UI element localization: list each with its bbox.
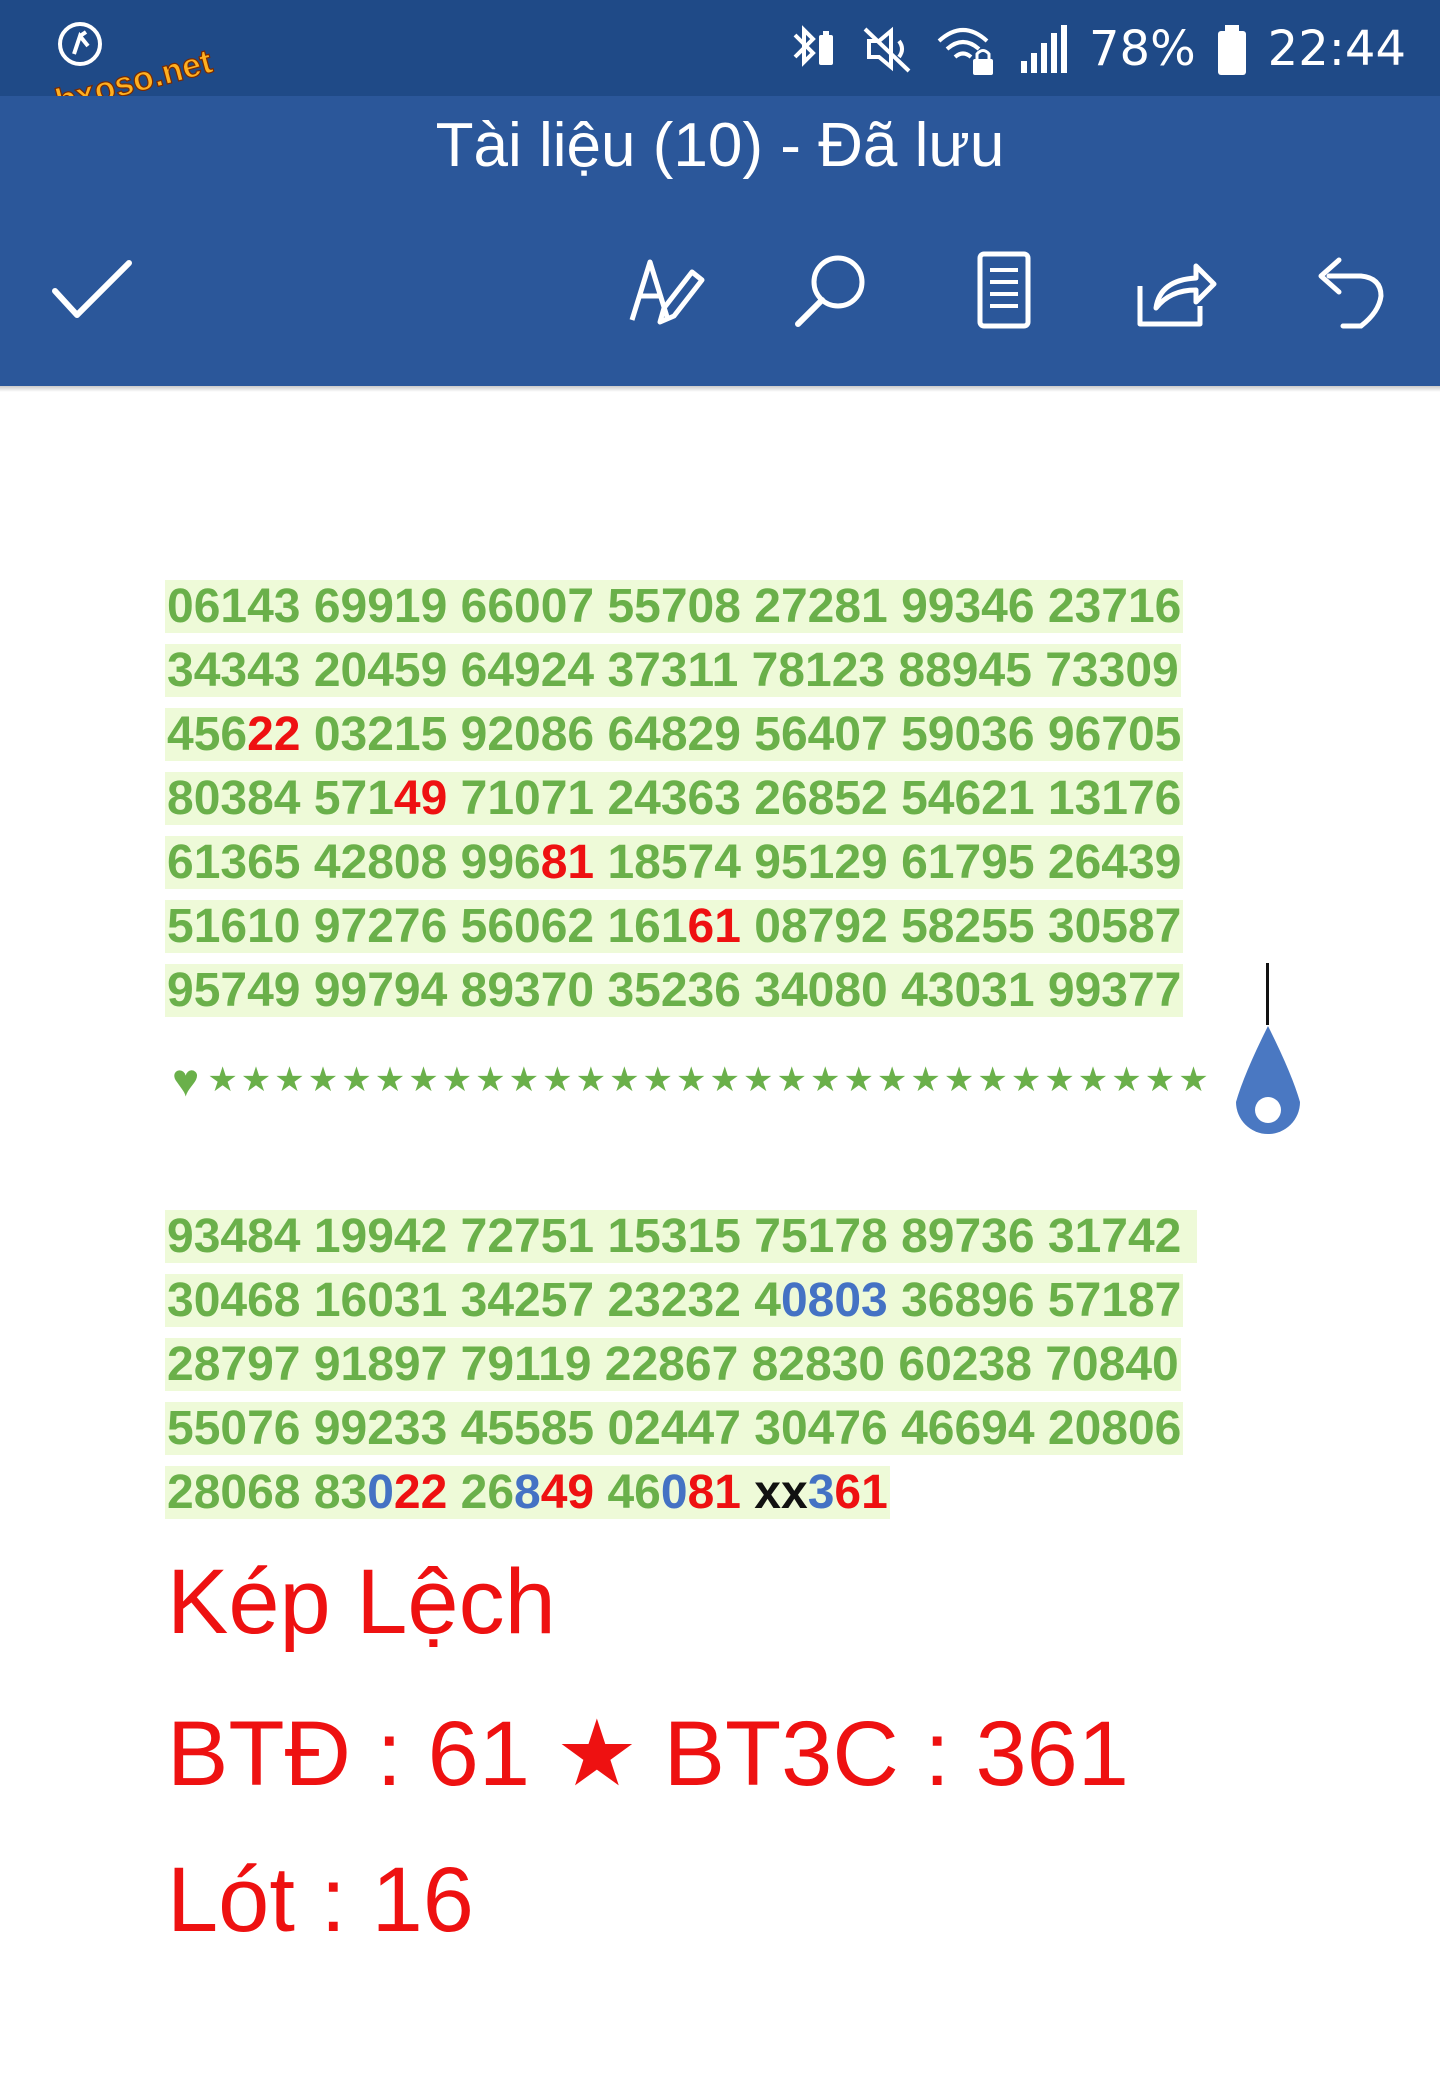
number-segment: 81 [540, 836, 595, 889]
number-line: 80384 57149 71071 24363 26852 54621 1317… [165, 767, 1184, 831]
number-segment: 61365 42808 996 [167, 836, 541, 889]
number-line: 28797 91897 79119 22867 82830 60238 7084… [165, 1333, 1197, 1397]
done-check-icon [52, 260, 132, 318]
number-block-1[interactable]: 06143 69919 66007 55708 27281 99346 2371… [165, 575, 1184, 1023]
prediction-line-btd: BTĐ : 61 ★ BT3C : 361 [167, 1703, 1129, 1805]
done-button[interactable] [44, 242, 140, 338]
number-segment: 28068 83 [167, 1466, 368, 1519]
highlighted-numbers: 55076 99233 45585 02447 30476 46694 2080… [165, 1402, 1184, 1455]
number-segment: 22 [393, 1466, 448, 1519]
number-segment: 22 [247, 708, 301, 761]
number-segment: 0 [367, 1466, 394, 1519]
wifi-lock-icon [937, 28, 993, 75]
number-segment: 456 [167, 708, 248, 761]
number-segment: 49 [393, 772, 448, 825]
battery-percent: 78% [1088, 21, 1196, 77]
reading-view-icon [977, 251, 1031, 329]
number-line: 06143 69919 66007 55708 27281 99346 2371… [165, 575, 1184, 639]
signal-icon [1020, 25, 1067, 73]
number-line: 93484 19942 72751 15315 75178 89736 3174… [165, 1205, 1197, 1269]
star-row: ★★★★★★★★★★★★★★★★★★★★★★★★★★★★★★ [207, 1061, 1212, 1099]
number-line: 30468 16031 34257 23232 40803 36896 5718… [165, 1269, 1197, 1333]
number-segment: 36896 57187 [887, 1274, 1182, 1327]
heart-icon: ♥ [172, 1054, 200, 1106]
number-segment: 71071 24363 26852 54621 13176 [447, 772, 1182, 825]
text-cursor [1266, 963, 1269, 1025]
number-segment: 08792 58255 30587 [740, 900, 1182, 953]
number-segment: 80384 571 [167, 772, 394, 825]
search-icon [795, 255, 865, 327]
number-line: 61365 42808 99681 18574 95129 61795 2643… [165, 831, 1184, 895]
number-segment: 8 [514, 1466, 541, 1519]
reading-view-button[interactable] [956, 242, 1052, 338]
edit-format-icon [629, 259, 705, 325]
highlighted-numbers: 34343 20459 64924 37311 78123 88945 7330… [165, 644, 1181, 697]
number-segment: 51610 97276 56062 161 [167, 900, 688, 953]
number-segment: xx [754, 1466, 808, 1519]
number-segment: 0 [660, 1466, 688, 1519]
number-line: 45622 03215 92086 64829 56407 59036 9670… [165, 703, 1184, 767]
undo-button[interactable] [1300, 242, 1396, 338]
status-icons: 78% 22:44 [783, 14, 1406, 84]
number-line: 95749 99794 89370 35236 34080 43031 9937… [165, 959, 1184, 1023]
number-segment: 55076 99233 45585 02447 30476 46694 2080… [167, 1402, 1182, 1455]
number-segment: 3 [807, 1466, 835, 1519]
mute-icon [863, 26, 911, 73]
highlighted-numbers: 30468 16031 34257 23232 40803 36896 5718… [165, 1274, 1184, 1327]
heading-kep-lech: Kép Lệch [167, 1551, 556, 1653]
number-segment: 18574 95129 61795 26439 [594, 836, 1182, 889]
app-bar-shadow [0, 386, 1440, 392]
number-line: 51610 97276 56062 16161 08792 58255 3058… [165, 895, 1184, 959]
highlighted-numbers: 28797 91897 79119 22867 82830 60238 7084… [165, 1338, 1181, 1391]
battery-icon [1217, 25, 1246, 75]
app-bar: Tài liệu (10) - Đã lưu [0, 96, 1440, 386]
number-segment: 61 [687, 900, 741, 953]
number-segment: 34343 20459 64924 37311 78123 88945 7330… [167, 644, 1179, 697]
number-segment: 06143 69919 66007 55708 27281 99346 2371… [167, 580, 1182, 633]
star-divider: ♥ ★★★★★★★★★★★★★★★★★★★★★★★★★★★★★★ [172, 1054, 1212, 1106]
number-segment [741, 1466, 754, 1519]
share-icon [1137, 263, 1217, 327]
status-bar: webxoso.net 78% 22:44 [0, 0, 1440, 106]
selection-handle-icon[interactable] [1228, 1022, 1308, 1150]
highlighted-numbers: 51610 97276 56062 16161 08792 58255 3058… [165, 900, 1184, 953]
highlighted-numbers: 93484 19942 72751 15315 75178 89736 3174… [165, 1210, 1197, 1263]
watermark-logo: webxoso.net [6, 22, 217, 106]
edit-format-button[interactable] [618, 242, 714, 338]
number-segment: 26 [447, 1466, 515, 1519]
prediction-line-lot: Lót : 16 [167, 1849, 474, 1951]
search-button[interactable] [784, 242, 880, 338]
number-segment: 93484 19942 72751 15315 75178 89736 3174… [167, 1210, 1195, 1263]
number-segment: 03215 92086 64829 56407 59036 96705 [300, 708, 1182, 761]
number-line: 28068 83022 26849 46081 xx361 [165, 1461, 1197, 1525]
number-block-2[interactable]: 93484 19942 72751 15315 75178 89736 3174… [165, 1205, 1197, 1525]
number-segment: 95749 99794 89370 35236 34080 43031 9937… [167, 964, 1182, 1017]
number-segment: 0803 [780, 1274, 888, 1327]
number-line: 34343 20459 64924 37311 78123 88945 7330… [165, 639, 1183, 703]
highlighted-numbers: 28068 83022 26849 46081 xx361 [165, 1466, 890, 1519]
number-segment: 46 [594, 1466, 661, 1519]
clock: 22:44 [1267, 21, 1406, 77]
bluetooth-battery-icon [793, 25, 833, 67]
highlighted-numbers: 06143 69919 66007 55708 27281 99346 2371… [165, 580, 1184, 633]
number-segment: 81 [687, 1466, 741, 1519]
highlighted-numbers: 80384 57149 71071 24363 26852 54621 1317… [165, 772, 1184, 825]
number-segment: 28797 91897 79119 22867 82830 60238 7084… [167, 1338, 1179, 1391]
undo-icon [1318, 257, 1384, 329]
highlighted-numbers: 45622 03215 92086 64829 56407 59036 9670… [165, 708, 1184, 761]
document-title: Tài liệu (10) - Đã lưu [435, 111, 1005, 180]
number-segment: 49 [540, 1466, 595, 1519]
number-segment: 61 [834, 1466, 888, 1519]
highlighted-numbers: 95749 99794 89370 35236 34080 43031 9937… [165, 964, 1184, 1017]
number-segment: 30468 16031 34257 23232 4 [167, 1274, 781, 1327]
number-line: 55076 99233 45585 02447 30476 46694 2080… [165, 1397, 1197, 1461]
highlighted-numbers: 61365 42808 99681 18574 95129 61795 2643… [165, 836, 1184, 889]
share-button[interactable] [1128, 242, 1224, 338]
